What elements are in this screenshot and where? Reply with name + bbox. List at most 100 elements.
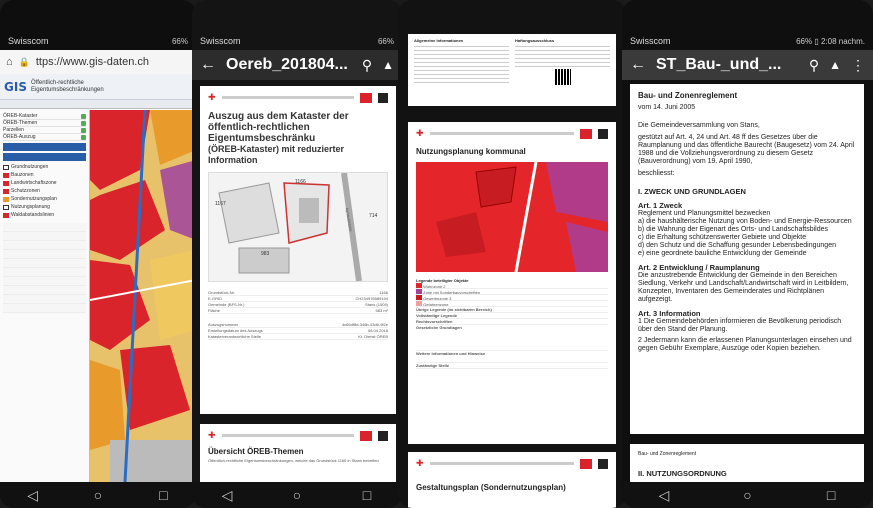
home-button-icon[interactable]: ○ [286, 487, 308, 503]
intro-text: Die Gemeindeversammlung von Stans, [638, 122, 760, 129]
legend-row-label: Rechtsvorschriften [416, 319, 453, 324]
toggle-icon[interactable] [81, 120, 86, 126]
battery-indicator: 66% [171, 36, 188, 46]
recents-icon[interactable]: □ [820, 487, 842, 503]
legend-item: Waldabstandslinien [3, 211, 86, 219]
home-icon[interactable]: ⌂ [6, 56, 13, 68]
status-bar: Swisscom 66% [200, 34, 394, 48]
article-text: d) den Schutz und die Schaffung gesunder… [638, 242, 836, 249]
search-icon[interactable]: ⚲ [362, 57, 372, 74]
document-title: ST_Bau-_und_... [656, 56, 782, 73]
section-title: Gestaltungsplan (Sondernutzungsplan) [416, 483, 566, 492]
swatch-icon [3, 212, 9, 218]
panel-row-label: ÖREB-Auszug [3, 134, 36, 140]
request-extract-button[interactable] [3, 143, 86, 151]
chapter-heading: I. ZWECK UND GRUNDLAGEN [638, 187, 746, 196]
themes-subtitle: Öffentlich-rechtliche Eigentumsbeschränk… [208, 458, 379, 463]
toggle-icon[interactable] [81, 134, 86, 140]
checkbox-icon[interactable] [3, 204, 9, 210]
parcel-label: 983 [261, 251, 270, 257]
info-key: Grundstück-Nr. [208, 290, 235, 295]
legend-item: Schutzzonen [3, 187, 86, 195]
page-footer-title: Bau- und Zonenreglement [638, 451, 697, 457]
map-toolbar[interactable] [0, 100, 196, 109]
article-text: 1 Die Gemeindebehörden informieren die B… [638, 318, 842, 333]
canton-logo-icon [360, 430, 372, 441]
search-icon[interactable]: ⚲ [809, 57, 819, 74]
qr-code-icon[interactable] [554, 69, 571, 85]
drive-icon[interactable]: ▲ [829, 58, 841, 72]
legend-label: Landwirtschaftszone [11, 180, 57, 186]
swatch-icon [3, 180, 9, 186]
pdf-page-nutzungsplanung: ✚ Nutzungsplanung kommunal Legende betei… [408, 122, 616, 444]
legend-item[interactable]: Nutzungsplanung [3, 203, 86, 211]
browser-url-bar[interactable]: ⌂ 🔒 ttps://www.gis-daten.ch [0, 50, 196, 74]
header-rule [221, 96, 354, 99]
home-button-icon[interactable]: ○ [87, 487, 109, 503]
print-button[interactable] [3, 153, 86, 161]
back-icon[interactable]: ◁ [22, 487, 44, 504]
article-heading: Art. 1 Zweck [638, 201, 683, 210]
more-options-icon[interactable]: ⋮ [851, 57, 865, 74]
canton-logo-icon [360, 92, 372, 103]
extract-info-table: Auszugsnummer 4c66df8d-346b-43d6-9f2e Ers… [200, 318, 396, 344]
canton-crest-icon [598, 128, 608, 139]
panel-row-label: Parzellen [3, 127, 24, 133]
gis-header: GIS Öffentlich-rechtliche Eigentumsbesch… [0, 74, 196, 100]
swiss-cross-icon: ✚ [208, 430, 216, 440]
info-value: 583 m² [375, 308, 388, 313]
page-header: ✚ [408, 122, 616, 145]
back-arrow-icon[interactable]: ← [200, 56, 216, 74]
header-rule [429, 462, 574, 465]
heading-line: Auszug aus dem Kataster der [208, 111, 349, 122]
pdf-page-gestaltungsplan: ✚ Gestaltungsplan (Sondernutzungsplan) [408, 452, 616, 508]
header-rule [429, 132, 574, 135]
url-text[interactable]: ttps://www.gis-daten.ch [36, 56, 149, 68]
info-key: Gemeinde (BFS-Nr.) [208, 302, 245, 307]
page-header: ✚ [200, 86, 396, 109]
canton-crest-icon [378, 430, 388, 441]
toggle-icon[interactable] [81, 113, 86, 119]
status-bar: Swisscom 66% [8, 34, 188, 48]
back-arrow-icon[interactable]: ← [630, 56, 646, 74]
drive-icon[interactable]: ▲ [382, 58, 394, 72]
recents-icon[interactable]: □ [152, 487, 174, 503]
phone-gis-browser: Swisscom 66% ⌂ 🔒 ttps://www.gis-daten.ch… [0, 0, 196, 508]
panel-row[interactable]: ÖREB-Auszug [3, 134, 86, 141]
article-text: Reglement und Planungsmittel bezwecken [638, 210, 771, 217]
legend-list[interactable] [3, 223, 86, 313]
recents-icon[interactable]: □ [356, 487, 378, 503]
back-icon[interactable]: ◁ [216, 487, 238, 504]
swatch-icon [416, 295, 422, 300]
zoning-map[interactable] [90, 110, 196, 482]
info-value: Kt. Dienst ÖREB [358, 334, 388, 339]
gis-logo: GIS [4, 79, 27, 94]
back-icon[interactable]: ◁ [653, 487, 675, 504]
gis-title-line: Öffentlich-rechtliche [30, 79, 84, 86]
swatch-icon [3, 196, 9, 202]
panel-row[interactable]: ÖREB-Kataster [3, 113, 86, 120]
resolution-text: beschliesst: [638, 170, 675, 177]
checkbox-icon[interactable] [3, 164, 9, 170]
parcel-map-canvas [218, 172, 362, 282]
carrier-label: Swisscom [630, 36, 671, 46]
parcel-label: 1167 [215, 201, 226, 207]
section-title: Nutzungsplanung kommunal [416, 147, 526, 156]
gis-title-line: Eigentumsbeschränkungen [30, 86, 104, 93]
map-canvas[interactable] [90, 110, 196, 482]
swatch-icon [3, 172, 9, 178]
page-header: ✚ [408, 452, 616, 475]
legend-row-label: Zuständige Stelle [416, 363, 450, 368]
extract-heading: Auszug aus dem Kataster der öffentlich-r… [200, 109, 396, 168]
toggle-icon[interactable] [81, 127, 86, 133]
gis-webpage: GIS Öffentlich-rechtliche Eigentumsbesch… [0, 74, 196, 482]
panel-row[interactable]: ÖREB-Themen [3, 120, 86, 127]
panel-row[interactable]: Parzellen [3, 127, 86, 134]
canton-crest-icon [378, 92, 388, 103]
legend-item[interactable]: Grundnutzungen [3, 163, 86, 171]
legend-row-label: Weitere Informationen und Hinweise [416, 351, 486, 356]
legend-row: Gesetzliche Grundlagen [416, 325, 608, 351]
pdf-page-info: Allgemeine Informationen Haftungsausschl… [408, 34, 616, 106]
swiss-cross-icon: ✚ [416, 128, 424, 138]
home-button-icon[interactable]: ○ [736, 487, 758, 503]
